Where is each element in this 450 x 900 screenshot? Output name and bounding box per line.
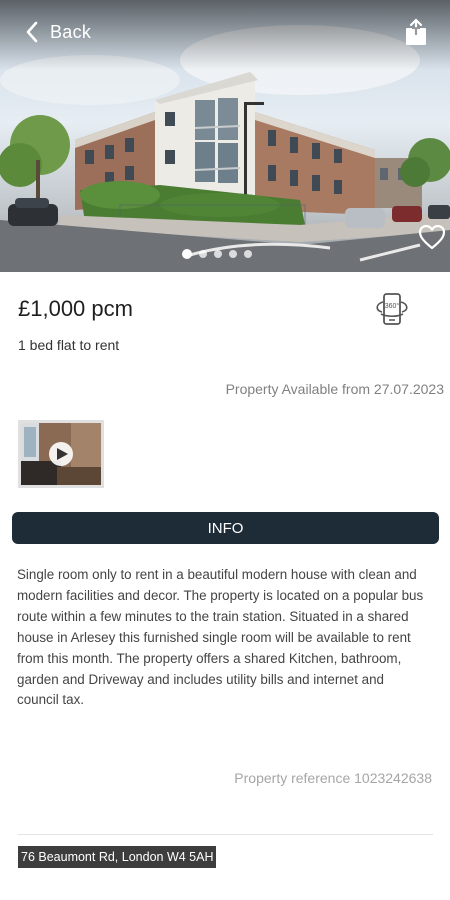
carousel-dot[interactable] [229, 250, 237, 258]
carousel-dot[interactable] [214, 250, 222, 258]
tab-info[interactable]: INFO [12, 512, 439, 544]
carousel-dot[interactable] [244, 250, 252, 258]
video-thumbnail-image [21, 423, 101, 485]
share-icon[interactable] [404, 18, 428, 46]
property-description: Single room only to rent in a beautiful … [17, 567, 424, 708]
divider [18, 834, 433, 835]
360-view-icon[interactable]: 360° [372, 290, 412, 328]
listing-summary: 1 bed flat to rent [18, 337, 120, 353]
property-reference: Property reference 1023242638 [234, 770, 432, 786]
carousel-dot[interactable] [182, 249, 192, 259]
carousel-indicator [182, 249, 252, 259]
chevron-left-icon [26, 21, 38, 43]
availability-date: Property Available from 27.07.2023 [225, 381, 444, 397]
back-button[interactable]: Back [24, 20, 91, 44]
price: £1,000 pcm [18, 296, 133, 321]
property-address: 76 Beaumont Rd, London W4 5AH [18, 846, 217, 868]
heart-icon[interactable] [418, 224, 446, 250]
svg-text:360°: 360° [385, 302, 400, 310]
property-photo-carousel[interactable]: Back [0, 0, 450, 272]
carousel-dot[interactable] [199, 250, 207, 258]
back-label: Back [50, 21, 92, 42]
video-thumbnail[interactable] [18, 420, 104, 488]
